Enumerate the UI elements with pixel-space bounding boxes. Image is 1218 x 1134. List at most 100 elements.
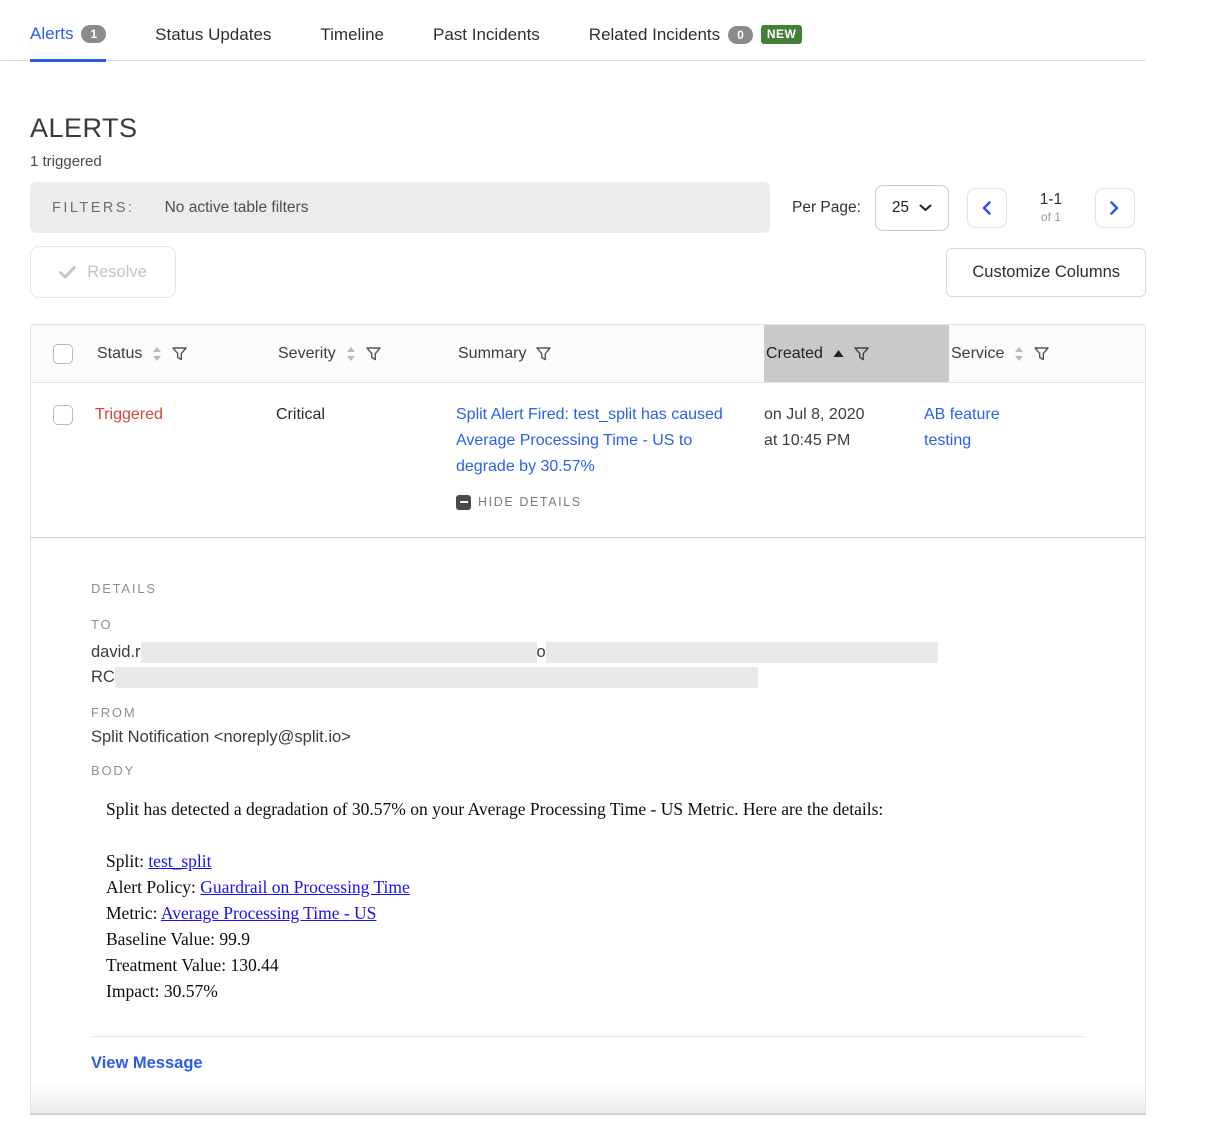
alert-service-link[interactable]: AB feature testing — [924, 402, 1034, 454]
email-field-baseline: Baseline Value: 99.9 — [106, 926, 1145, 952]
created-time: at 10:45 PM — [764, 428, 924, 454]
per-page-value: 25 — [892, 199, 909, 217]
to-label: TO — [91, 617, 1145, 632]
field-label: Split: — [106, 851, 148, 871]
resolve-button-label: Resolve — [87, 263, 147, 282]
tab-status-updates-label: Status Updates — [155, 25, 271, 45]
tab-alerts-label: Alerts — [30, 24, 73, 44]
filters-value: No active table filters — [165, 199, 309, 217]
filters-label: FILTERS: — [52, 200, 135, 216]
email-field-split: Split: test_split — [106, 848, 1145, 874]
select-all-checkbox[interactable] — [53, 344, 73, 364]
tab-past-incidents[interactable]: Past Incidents — [433, 25, 540, 60]
prev-page-button[interactable] — [967, 188, 1007, 228]
impact-value: 30.57% — [164, 981, 218, 1001]
sort-icon[interactable] — [1014, 347, 1024, 361]
summary-column-label: Summary — [458, 345, 526, 363]
body-section: BODY Split has detected a degradation of… — [91, 763, 1145, 1004]
tab-timeline[interactable]: Timeline — [320, 25, 384, 60]
column-header-service[interactable]: Service — [949, 325, 1145, 382]
alert-summary-cell: Split Alert Fired: test_split has caused… — [456, 402, 764, 515]
email-body: Split has detected a degradation of 30.5… — [106, 796, 1145, 1004]
redacted-text — [546, 642, 938, 663]
check-icon — [59, 266, 76, 279]
details-title: DETAILS — [91, 581, 1145, 596]
per-page-select[interactable]: 25 — [875, 185, 949, 231]
tab-alerts[interactable]: Alerts 1 — [30, 24, 106, 62]
email-intro: Split has detected a degradation of 30.5… — [106, 796, 1145, 822]
to-line-1: david.r o — [91, 640, 1145, 665]
to-text-fragment: o — [537, 643, 546, 661]
field-label: Impact: — [106, 981, 164, 1001]
from-section: FROM Split Notification <noreply@split.i… — [91, 705, 1145, 747]
filter-icon[interactable] — [366, 347, 381, 361]
alert-service-cell: AB feature testing — [924, 402, 1145, 515]
to-recipients: david.r o RC — [91, 640, 1145, 690]
body-label: BODY — [91, 763, 1145, 778]
select-all-cell — [31, 325, 95, 382]
to-line-2: RC — [91, 665, 1145, 690]
filter-icon[interactable] — [1034, 347, 1049, 361]
to-section: TO david.r o RC — [91, 617, 1145, 690]
chevron-right-icon — [1110, 201, 1119, 215]
table-header-row: Status Severity Summary — [31, 325, 1145, 383]
to-text-fragment: RC — [91, 668, 115, 686]
tab-related-incidents-label: Related Incidents — [589, 25, 720, 45]
resolve-button[interactable]: Resolve — [30, 246, 176, 298]
redacted-text — [115, 667, 758, 688]
created-date: on Jul 8, 2020 — [764, 402, 924, 428]
metric-link[interactable]: Average Processing Time - US — [161, 903, 377, 923]
filters-bar[interactable]: FILTERS: No active table filters — [30, 182, 770, 233]
from-label: FROM — [91, 705, 1145, 720]
redacted-text — [141, 642, 537, 663]
alerts-table: Status Severity Summary — [30, 324, 1146, 1115]
field-label: Metric: — [106, 903, 161, 923]
customize-columns-button[interactable]: Customize Columns — [946, 248, 1146, 297]
sort-icon[interactable] — [346, 347, 356, 361]
tab-bar: Alerts 1 Status Updates Timeline Past In… — [0, 0, 1146, 61]
next-page-button[interactable] — [1095, 188, 1135, 228]
column-header-created[interactable]: Created — [764, 325, 949, 382]
column-header-status[interactable]: Status — [95, 325, 276, 382]
filter-icon[interactable] — [536, 347, 551, 361]
alert-summary-link[interactable]: Split Alert Fired: test_split has caused… — [456, 402, 740, 480]
email-field-treatment: Treatment Value: 130.44 — [106, 952, 1145, 978]
page-title: ALERTS — [30, 113, 1146, 144]
action-row: Resolve Customize Columns — [30, 246, 1146, 298]
row-checkbox[interactable] — [53, 405, 73, 425]
per-page-label: Per Page: — [792, 199, 861, 217]
chevron-down-icon — [919, 204, 932, 212]
split-link[interactable]: test_split — [148, 851, 211, 871]
filter-icon[interactable] — [172, 347, 187, 361]
page-indicator: 1-1 of 1 — [1025, 191, 1077, 224]
field-label: Alert Policy: — [106, 877, 200, 897]
hide-details-toggle[interactable]: HIDE DETAILS — [456, 489, 764, 515]
column-header-summary[interactable]: Summary — [456, 325, 764, 382]
filter-icon[interactable] — [854, 347, 869, 361]
email-fields: Split: test_split Alert Policy: Guardrai… — [106, 848, 1145, 1004]
table-controls: FILTERS: No active table filters Per Pag… — [30, 182, 1146, 233]
to-text-fragment: david.r — [91, 643, 141, 661]
tab-status-updates[interactable]: Status Updates — [155, 25, 271, 60]
email-field-metric: Metric: Average Processing Time - US — [106, 900, 1145, 926]
tab-past-incidents-label: Past Incidents — [433, 25, 540, 45]
column-header-severity[interactable]: Severity — [276, 325, 456, 382]
collapse-minus-icon — [456, 495, 471, 510]
tab-related-incidents[interactable]: Related Incidents 0 NEW — [589, 25, 803, 60]
hide-details-label: HIDE DETAILS — [478, 489, 582, 515]
page-range: 1-1 — [1025, 191, 1077, 209]
service-column-label: Service — [951, 345, 1004, 363]
baseline-value: 99.9 — [219, 929, 250, 949]
table-bottom-fade — [31, 1081, 1145, 1113]
sort-icon[interactable] — [152, 347, 162, 361]
severity-column-label: Severity — [278, 345, 336, 363]
from-value: Split Notification <noreply@split.io> — [91, 728, 1145, 747]
alert-row: Triggered Critical Split Alert Fired: te… — [31, 383, 1145, 538]
new-feature-badge: NEW — [761, 25, 803, 44]
status-column-label: Status — [97, 345, 142, 363]
sort-ascending-icon[interactable] — [833, 350, 844, 358]
created-column-label: Created — [766, 345, 823, 363]
alert-policy-link[interactable]: Guardrail on Processing Time — [200, 877, 410, 897]
view-message-link[interactable]: View Message — [91, 1054, 203, 1073]
alerts-count-badge: 1 — [81, 25, 106, 43]
